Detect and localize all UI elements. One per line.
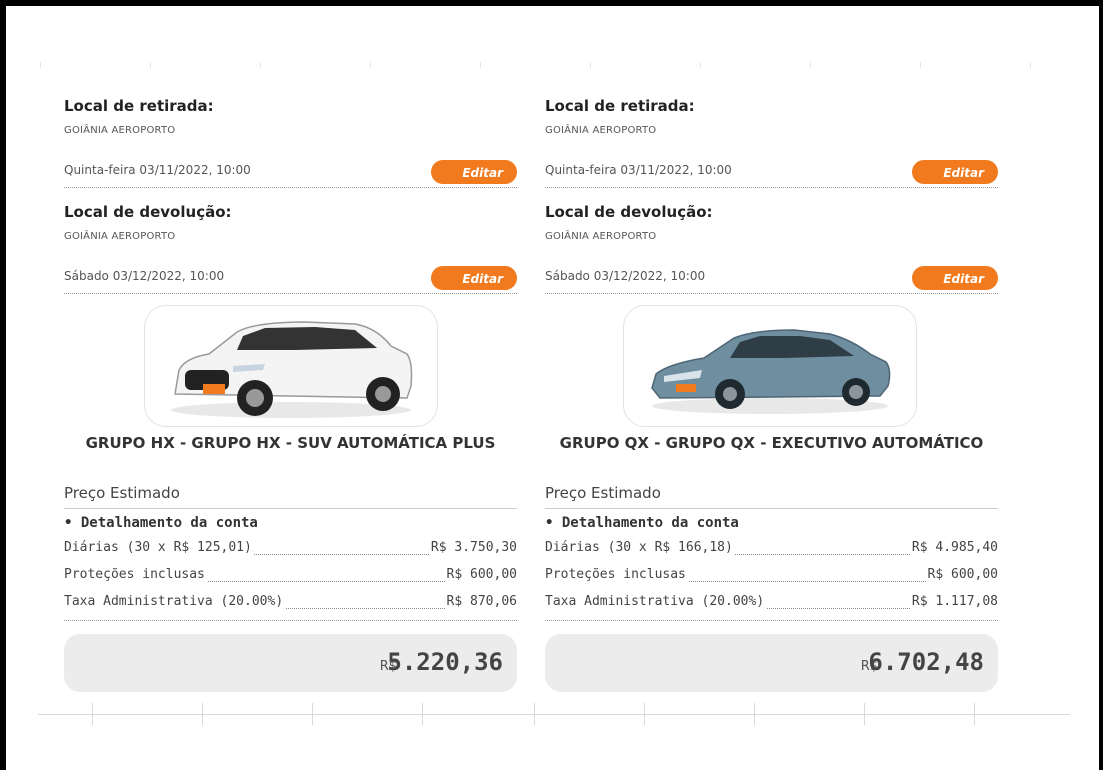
- blue-sedan-car-image: [651, 329, 891, 414]
- return-place: GOIÂNIA AEROPORTO: [64, 231, 176, 242]
- pickup-title: Local de retirada:: [64, 97, 214, 115]
- return-title: Local de devolução:: [545, 203, 713, 221]
- line-item-amount: R$ 4.985,40: [909, 540, 998, 555]
- line-item-admin-fee: Taxa Administrativa (20.00%) R$ 870,06: [64, 594, 517, 614]
- line-item-label: Diárias (30 x R$ 166,18): [545, 540, 735, 555]
- return-title: Local de devolução:: [64, 203, 232, 221]
- line-item-amount: R$ 1.117,08: [909, 594, 998, 609]
- price-estimated-label: Preço Estimado: [545, 484, 998, 509]
- car-image-card: [144, 305, 438, 427]
- pickup-date-row: Quinta-feira 03/11/2022, 10:00 Editar: [64, 159, 517, 188]
- total-value: 6.702,48: [868, 648, 984, 676]
- car-group-name: GRUPO HX - GRUPO HX - SUV AUTOMÁTICA PLU…: [85, 434, 496, 452]
- car-group-name: GRUPO QX - GRUPO QX - EXECUTIVO AUTOMÁTI…: [559, 434, 984, 452]
- return-date-row: Sábado 03/12/2022, 10:00 Editar: [64, 265, 517, 294]
- line-item-label: Diárias (30 x R$ 125,01): [64, 540, 254, 555]
- line-item-amount: R$ 3.750,30: [428, 540, 517, 555]
- line-item-label: Proteções inclusas: [64, 567, 207, 582]
- account-details-title: • Detalhamento da conta: [545, 515, 739, 531]
- pickup-date: Quinta-feira 03/11/2022, 10:00: [545, 163, 732, 177]
- return-place: GOIÂNIA AEROPORTO: [545, 231, 657, 242]
- pickup-date: Quinta-feira 03/11/2022, 10:00: [64, 163, 251, 177]
- line-item-amount: R$ 870,06: [444, 594, 517, 609]
- total-price-box: R$ 6.702,48: [545, 634, 998, 692]
- pickup-place: GOIÂNIA AEROPORTO: [545, 125, 657, 136]
- details-separator: [545, 620, 998, 621]
- top-ruler: [40, 62, 1070, 68]
- return-date-row: Sábado 03/12/2022, 10:00 Editar: [545, 265, 998, 294]
- line-item-amount: R$ 600,00: [925, 567, 998, 582]
- bottom-ruler: [38, 703, 1070, 727]
- pickup-place: GOIÂNIA AEROPORTO: [64, 125, 176, 136]
- account-details-title: • Detalhamento da conta: [64, 515, 258, 531]
- edit-return-button[interactable]: Editar: [912, 266, 998, 290]
- line-item-admin-fee: Taxa Administrativa (20.00%) R$ 1.117,08: [545, 594, 998, 614]
- line-item-daily: Diárias (30 x R$ 125,01) R$ 3.750,30: [64, 540, 517, 560]
- line-item-label: Taxa Administrativa (20.00%): [545, 594, 767, 609]
- pickup-date-row: Quinta-feira 03/11/2022, 10:00 Editar: [545, 159, 998, 188]
- edit-return-button[interactable]: Editar: [431, 266, 517, 290]
- pickup-title: Local de retirada:: [545, 97, 695, 115]
- white-suv-car-image: [171, 321, 413, 418]
- price-estimated-label: Preço Estimado: [64, 484, 517, 509]
- edit-pickup-button[interactable]: Editar: [431, 160, 517, 184]
- line-item-daily: Diárias (30 x R$ 166,18) R$ 4.985,40: [545, 540, 998, 560]
- line-item-label: Taxa Administrativa (20.00%): [64, 594, 286, 609]
- total-value: 5.220,36: [387, 648, 503, 676]
- total-price-box: R$ 5.220,36: [64, 634, 517, 692]
- return-date: Sábado 03/12/2022, 10:00: [64, 269, 225, 283]
- line-item-protections: Proteções inclusas R$ 600,00: [64, 567, 517, 587]
- line-item-amount: R$ 600,00: [444, 567, 517, 582]
- line-item-protections: Proteções inclusas R$ 600,00: [545, 567, 998, 587]
- edit-pickup-button[interactable]: Editar: [912, 160, 998, 184]
- car-image-card: [623, 305, 917, 427]
- return-date: Sábado 03/12/2022, 10:00: [545, 269, 706, 283]
- details-separator: [64, 620, 517, 621]
- line-item-label: Proteções inclusas: [545, 567, 688, 582]
